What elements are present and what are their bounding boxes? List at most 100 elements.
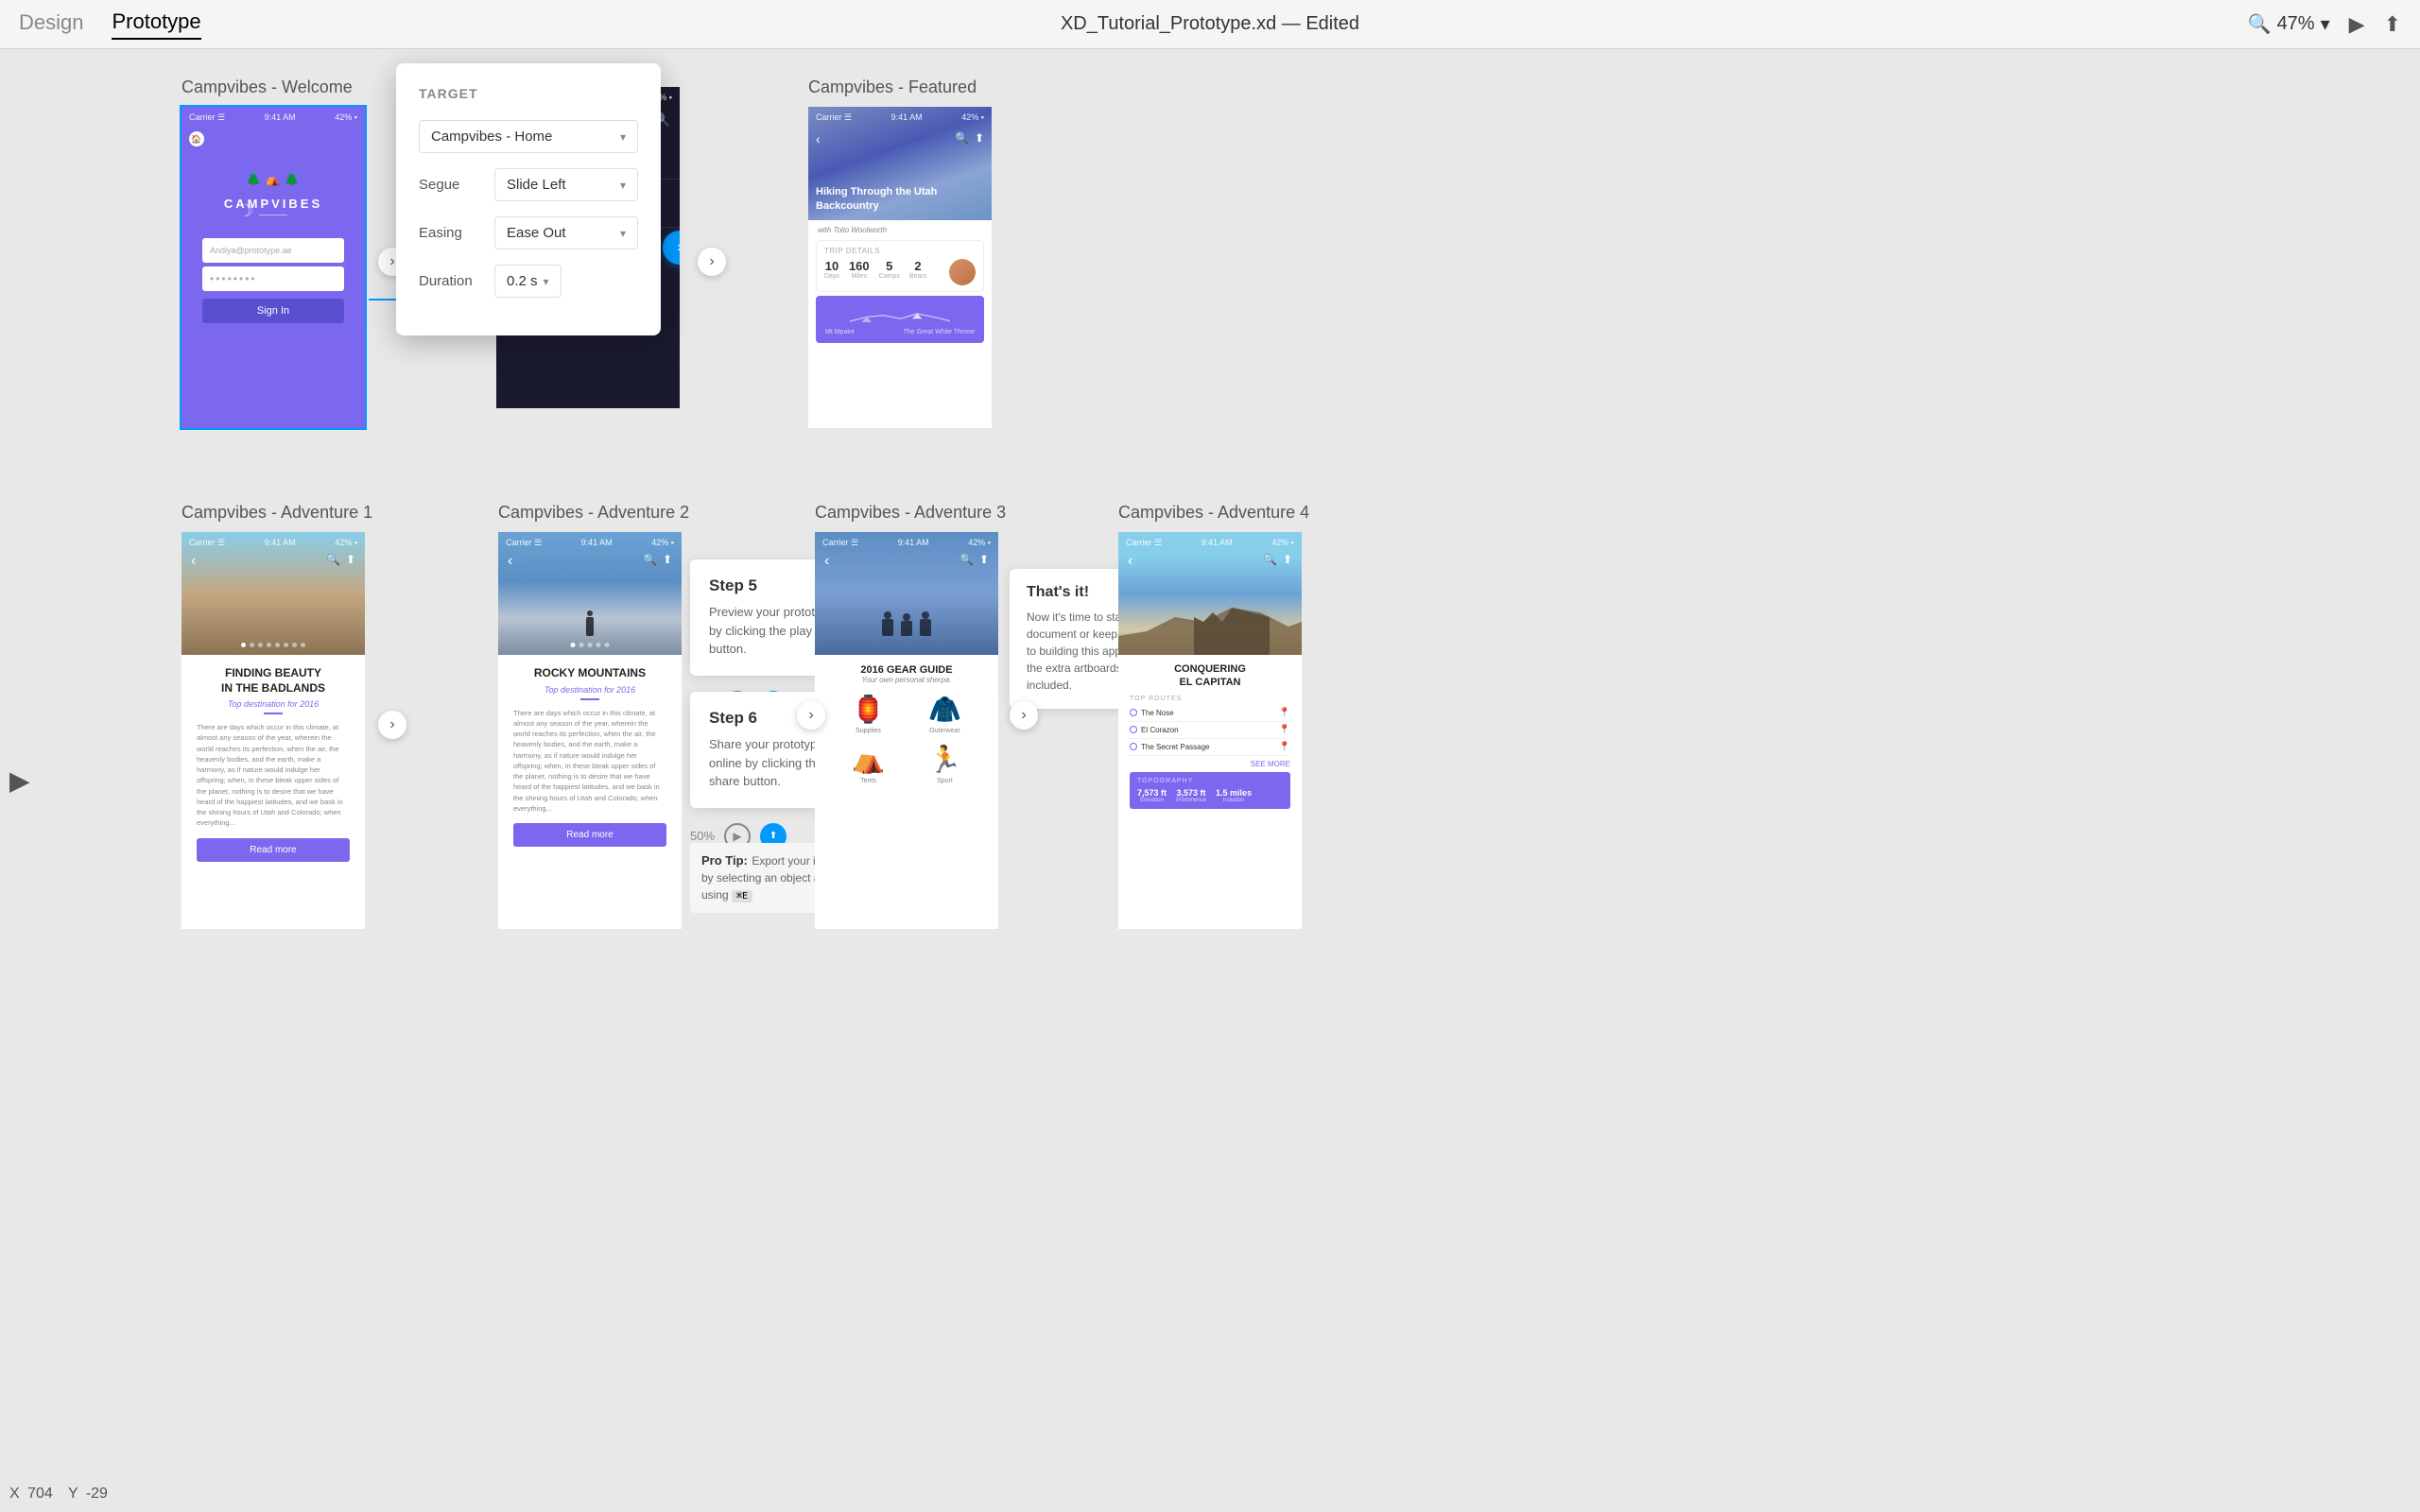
adv1-read-more-button[interactable]: Read more [197,838,350,862]
adv2-dot-4 [596,643,601,647]
adv1-subtitle: Top destination for 2016 [197,699,350,709]
nav-arrow-adv1-adv2[interactable]: › [378,711,406,739]
topo-prominence: 3,573 ft Prominence [1176,788,1206,803]
play-icon[interactable]: ▶ [2349,12,2365,37]
popup-panel: TARGET Campvibes - Home ▾ Segue Slide Le… [396,63,661,335]
outerwear-icon: 🧥 [928,694,961,725]
dot-2 [258,643,263,647]
artboard-featured: Campvibes - Featured Carrier ☰ 9:41 AM 4… [808,77,992,428]
tab-design[interactable]: Design [19,10,83,39]
adv1-nav: ‹ 🔍 ⬆ [182,553,365,570]
zoom-control[interactable]: 🔍 47% ▾ [2248,12,2330,36]
adv1-back-icon[interactable]: ‹ [191,553,196,570]
route1-dot [1130,709,1137,716]
person-silhouette [586,617,594,636]
status-bar-adv2: Carrier ☰ 9:41 AM 42% ▪ [498,532,682,553]
adv2-read-more-button[interactable]: Read more [513,823,666,847]
tents-icon: ⛺ [852,744,885,775]
nav-arrow-home-featured[interactable]: › [698,248,726,276]
featured-search-icon[interactable]: 🔍 [955,131,969,145]
trip-map: Mt Mpaint The Great White Throne [816,296,984,343]
adv4-content: CONQUERINGEL CAPITAN TOP ROUTES The Nose… [1118,655,1302,816]
pro-tip-label: Pro Tip: [701,853,748,868]
adv2-back-icon[interactable]: ‹ [508,553,512,570]
easing-value: Ease Out [507,225,566,241]
topography-box: TOPOGRAPHY 7,573 ft Elevation 3,573 ft P… [1130,772,1290,809]
adv2-content: ROCKY MOUNTAINS Top destination for 2016… [498,655,682,858]
adv3-people [882,619,931,636]
y-label: Y [68,1486,78,1502]
route-1[interactable]: The Nose 📍 [1130,705,1290,722]
easing-dropdown[interactable]: Ease Out ▾ [494,216,638,249]
route-3[interactable]: The Secret Passage 📍 [1130,739,1290,756]
segue-label: Segue [419,177,494,193]
carrier-text: Carrier ☰ [189,112,225,123]
adv4-search-icon[interactable]: 🔍 [1263,553,1277,570]
artboard-adventure3: Campvibes - Adventure 3 Carrier ☰ 9:41 A… [815,503,1006,929]
artboard-adventure4-label: Campvibes - Adventure 4 [1118,503,1309,523]
artboard-adventure4-frame[interactable]: Carrier ☰ 9:41 AM 42% ▪ ‹ 🔍 ⬆ [1118,532,1302,929]
adv3-share-icon[interactable]: ⬆ [979,553,989,570]
artboard-adventure2: Campvibes - Adventure 2 Carrier ☰ 9:41 A… [498,503,689,929]
featured-icons: 🔍 ⬆ [955,131,984,145]
nav-arrow-adv3-adv4[interactable]: › [1010,701,1038,730]
artboard-featured-label: Campvibes - Featured [808,77,992,97]
adv2-share-icon[interactable]: ⬆ [663,553,672,570]
featured-hero-content: Hiking Through the Utah Backcountry [816,185,992,213]
route-2[interactable]: El Corazon 📍 [1130,722,1290,739]
artboard-adventure3-label: Campvibes - Adventure 3 [815,503,1006,523]
trip-details: TRIP DETAILS 10 Days 160 Miles 5 [816,240,984,292]
adv1-body: There are days which occur in this clima… [197,722,350,829]
email-placeholder: Andiya@prototype.ae [210,246,292,255]
adv4-back-icon[interactable]: ‹ [1128,553,1132,570]
share-icon[interactable]: ⬆ [2384,12,2401,37]
target-chevron-icon: ▾ [620,130,626,144]
adv2-subtitle: Top destination for 2016 [513,685,666,695]
adv2-read-more-label: Read more [566,830,613,840]
status-bar-adv3: Carrier ☰ 9:41 AM 42% ▪ [815,532,998,553]
chevron-down-icon: ▾ [2321,12,2330,36]
featured-back-arrow[interactable]: ‹ [816,131,821,146]
adv2-dot-1 [571,643,576,647]
canvas-left-arrow[interactable]: ▶ [9,765,30,797]
topo-stats: 7,573 ft Elevation 3,573 ft Prominence 1… [1137,788,1283,803]
dot-3 [267,643,271,647]
home-indicator: 🏠 [189,131,204,146]
see-more-link[interactable]: SEE MORE [1130,760,1290,768]
adv3-content: 2016 GEAR GUIDE Your own personal sherpa… [815,655,998,803]
adv2-title: ROCKY MOUNTAINS [513,666,666,681]
artboard-welcome-frame[interactable]: Carrier ☰ 9:41 AM 42% ▪ ☽ 🌲⛺🌲 CAMPVIBES [182,107,365,428]
segue-dropdown[interactable]: Slide Left ▾ [494,168,638,201]
gear-row-2: ⛺ Tents 🏃 Sport [830,744,983,784]
artboard-adventure1-frame[interactable]: Carrier ☰ 9:41 AM 42% ▪ ‹ 🔍 ⬆ [182,532,365,929]
password-input[interactable]: •••••••• [202,266,344,291]
gear-title: 2016 GEAR GUIDE [830,664,983,676]
adv2-search-icon[interactable]: 🔍 [643,553,657,570]
route2-dot [1130,726,1137,733]
email-input[interactable]: Andiya@prototype.ae [202,238,344,263]
tab-prototype[interactable]: Prototype [112,9,200,40]
signin-button[interactable]: Sign In [202,299,344,323]
gear-outerwear: 🧥 Outerwear [928,694,961,734]
trip-stat-miles: 160 Miles [849,259,870,280]
status-bar-adv1: Carrier ☰ 9:41 AM 42% ▪ [182,532,365,553]
featured-share-icon[interactable]: ⬆ [975,131,984,145]
welcome-tent-area: 🌲⛺🌲 [246,173,301,185]
status-bar-featured: Carrier ☰ 9:41 AM 42% ▪ [808,107,992,128]
duration-value: 0.2 s [507,273,538,289]
trip-avatar [949,259,976,285]
y-value: -29 [86,1486,108,1502]
adv4-share-icon[interactable]: ⬆ [1283,553,1292,570]
artboard-adventure3-frame[interactable]: Carrier ☰ 9:41 AM 42% ▪ [815,532,998,929]
target-value: Campvibes - Home [431,129,552,145]
adv3-back-icon[interactable]: ‹ [824,553,829,570]
duration-control[interactable]: 0.2 s ▾ [494,265,562,298]
target-dropdown[interactable]: Campvibes - Home ▾ [419,120,638,153]
adv1-search-icon[interactable]: 🔍 [326,553,340,570]
nav-arrow-step-adv3[interactable]: › [797,701,825,730]
artboard-adventure2-frame[interactable]: Carrier ☰ 9:41 AM 42% ▪ ‹ 🔍 ⬆ [498,532,682,929]
artboard-featured-frame[interactable]: Carrier ☰ 9:41 AM 42% ▪ ‹ 🔍 ⬆ Hiking Thr… [808,107,992,428]
adv1-share-icon[interactable]: ⬆ [346,553,355,570]
battery-text: 42% ▪ [335,112,357,122]
adv3-search-icon[interactable]: 🔍 [959,553,974,570]
